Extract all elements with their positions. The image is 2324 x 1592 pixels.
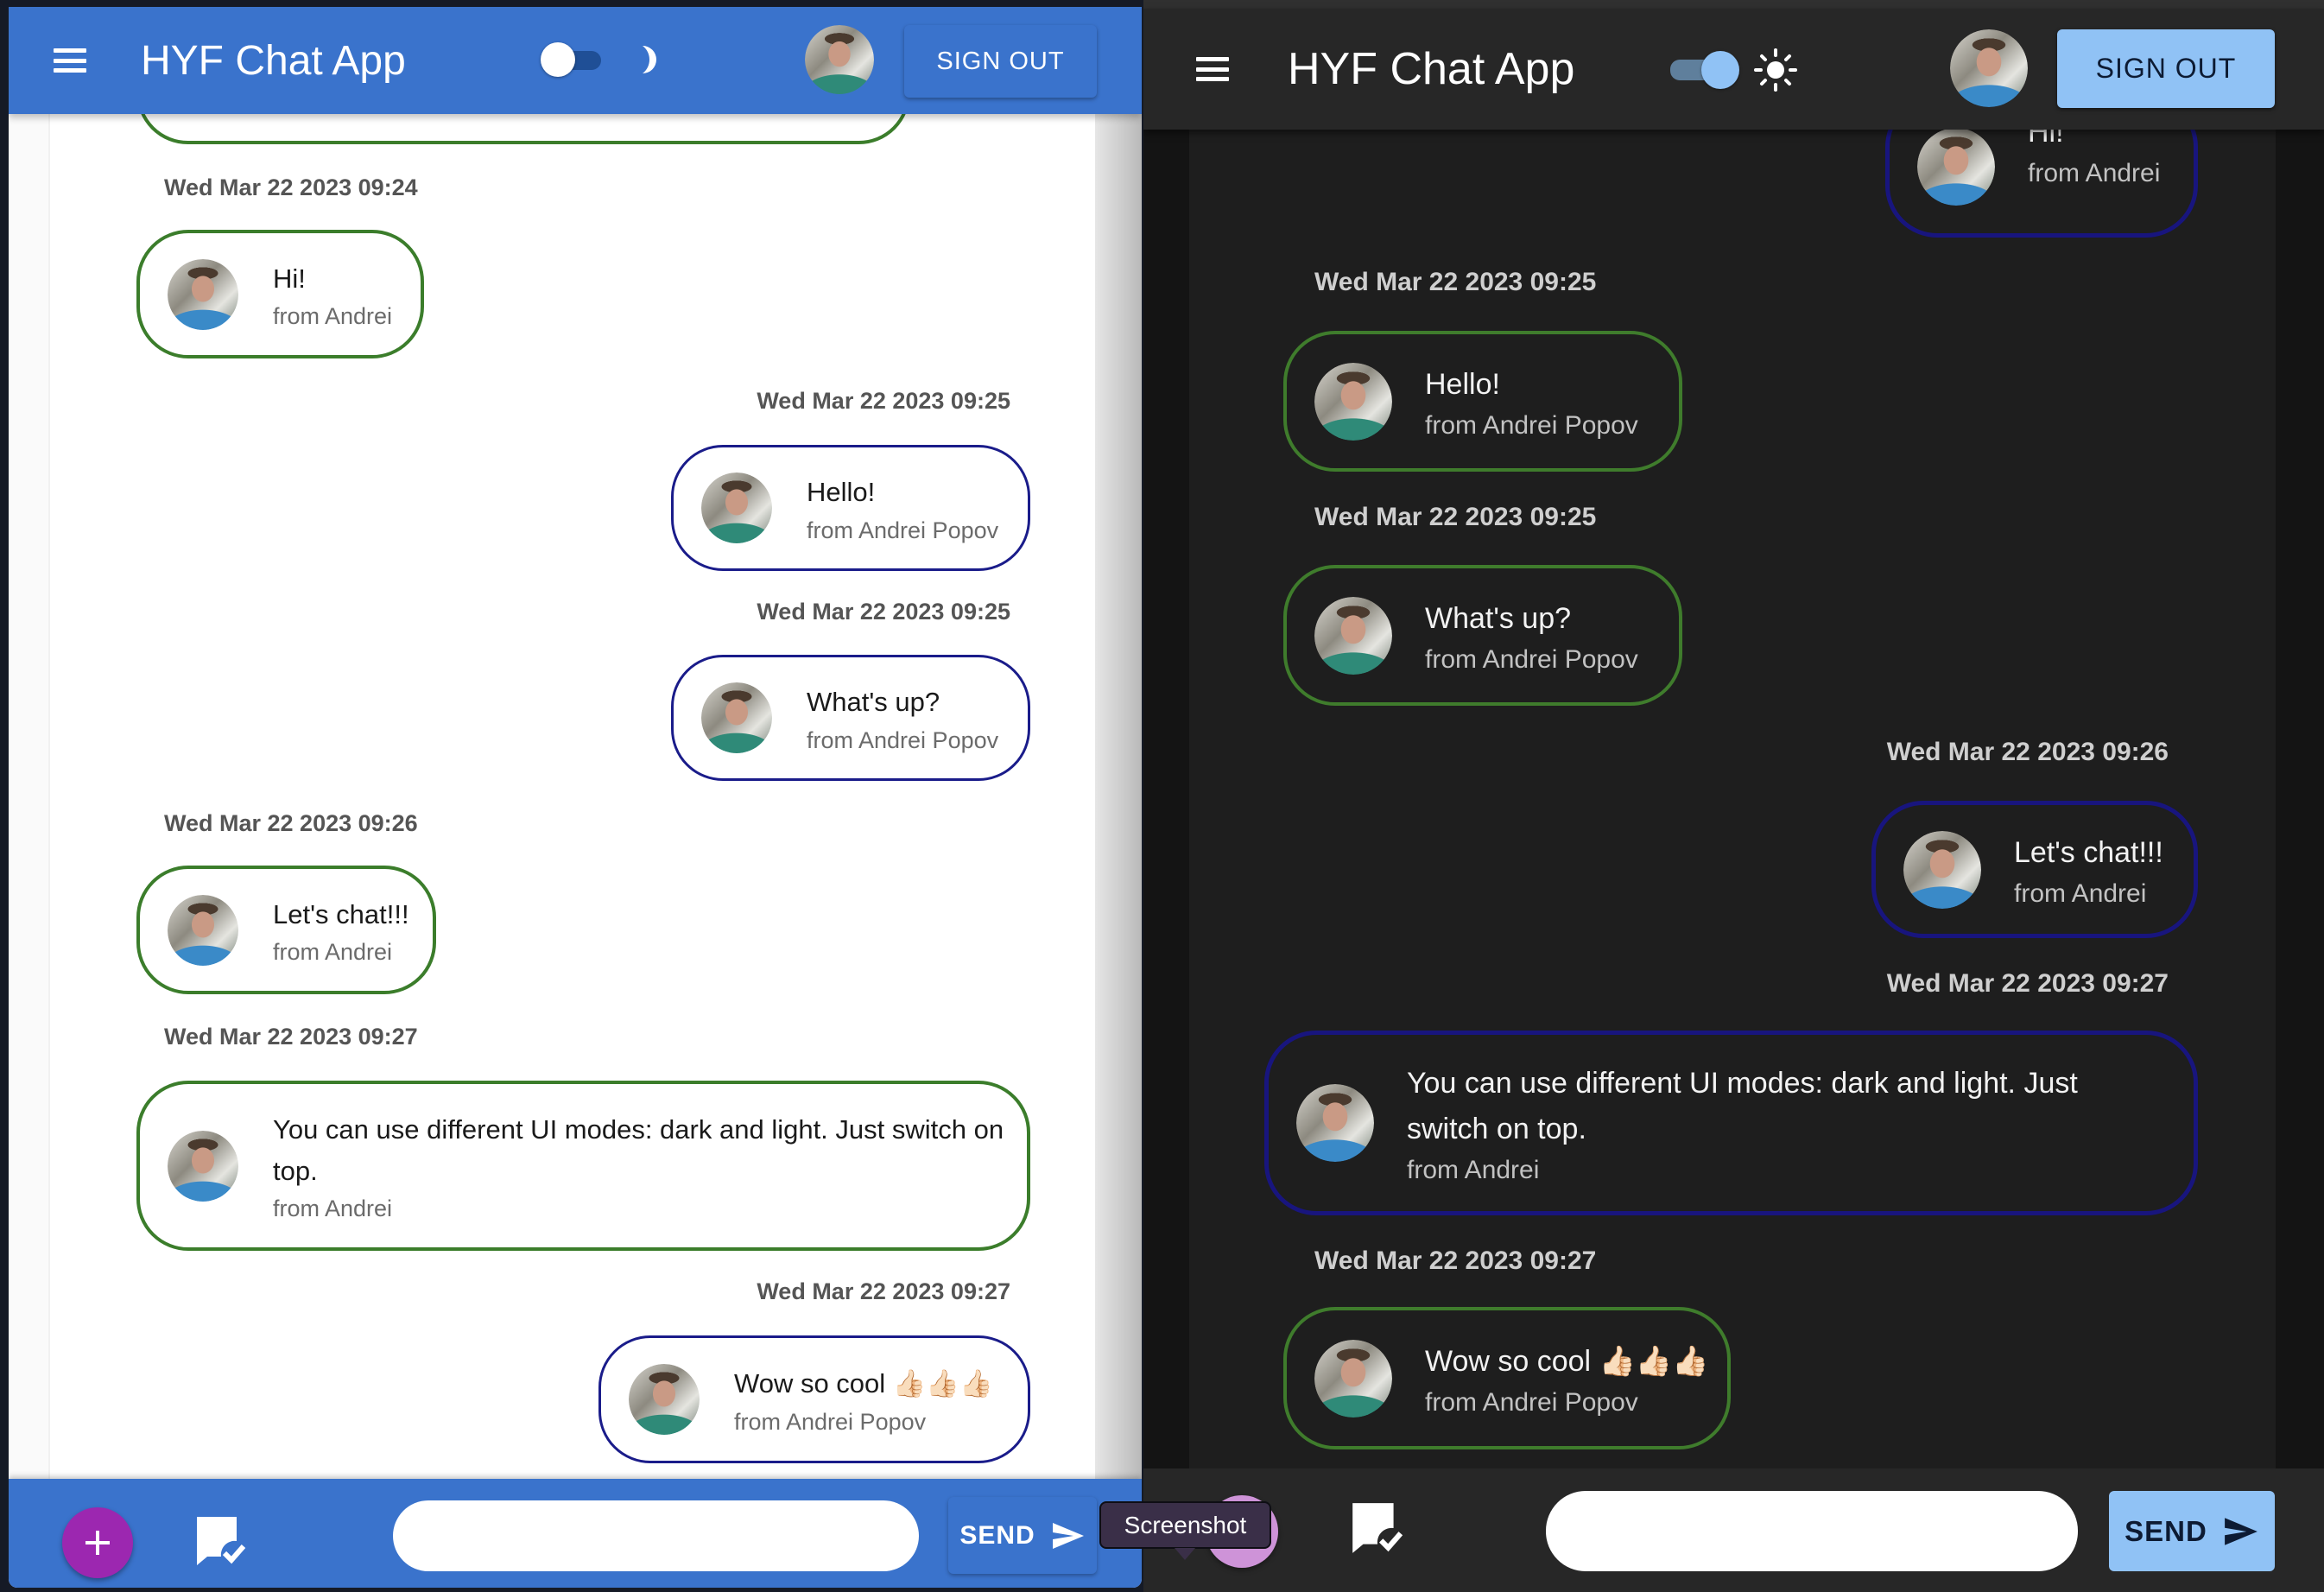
- message-timestamp: Wed Mar 22 2023 09:27: [1314, 1246, 1597, 1275]
- theme-toggle[interactable]: [1667, 51, 1739, 89]
- message-bubble: Hello! from Andrei Popov: [671, 445, 1030, 571]
- message-timestamp: Wed Mar 22 2023 09:26: [1886, 738, 2169, 766]
- dark-mode-window: Hi! from Andrei Wed Mar 22 2023 09:25 Hel…: [1143, 0, 2324, 1592]
- sender-avatar: [629, 1364, 700, 1435]
- message-sender: from Andrei Popov: [807, 517, 999, 543]
- composer-bar: SEND: [1143, 1468, 2324, 1592]
- message-timestamp: Wed Mar 22 2023 09:25: [757, 388, 1010, 414]
- message-sender: from Andrei: [1407, 1155, 1540, 1184]
- sender-avatar: [168, 258, 238, 330]
- message-bubble: Wow so cool 👍🏻👍🏻👍🏻 from Andrei Popov: [598, 1335, 1030, 1463]
- user-avatar[interactable]: [1950, 29, 2028, 107]
- sender-avatar: [1296, 1084, 1374, 1162]
- send-icon: [1052, 1522, 1084, 1549]
- chat-gutter: [9, 114, 50, 1479]
- mark-chat-read-icon[interactable]: [192, 1512, 249, 1569]
- app-bar: HYF Chat App SIGN OUT: [1143, 9, 2324, 130]
- add-button[interactable]: [62, 1507, 133, 1578]
- message-bubble: What's up? from Andrei Popov: [1283, 565, 1682, 706]
- message-sender: from Andrei: [2028, 158, 2161, 187]
- message-timestamp: Wed Mar 22 2023 09:27: [164, 1024, 418, 1050]
- message-bubble: Wow so cool 👍🏻👍🏻👍🏻 from Andrei Popov: [1283, 1307, 1731, 1449]
- message-text: Let's chat!!!: [2014, 836, 2163, 870]
- plus-icon: [85, 1531, 110, 1555]
- sender-avatar: [168, 1130, 238, 1202]
- message-timestamp: Wed Mar 22 2023 09:25: [757, 599, 1010, 625]
- app-title: HYF Chat App: [1288, 44, 1575, 94]
- sender-avatar: [1917, 127, 1995, 206]
- send-label: SEND: [2125, 1514, 2207, 1547]
- scrollbar-track[interactable]: [1095, 114, 1142, 1479]
- message-bubble: Hello! from Andrei Popov: [1283, 331, 1682, 472]
- composer-bar: SEND: [9, 1479, 1142, 1588]
- message-sender: from Andrei Popov: [1425, 1387, 1638, 1417]
- message-bubble: You can use different UI modes: dark and…: [136, 1081, 1030, 1251]
- sender-avatar: [1314, 1339, 1392, 1418]
- message-input[interactable]: [1546, 1491, 2078, 1571]
- sender-avatar: [701, 682, 772, 753]
- message-text: Wow so cool 👍🏻👍🏻👍🏻: [734, 1368, 993, 1399]
- menu-icon[interactable]: [1196, 57, 1229, 81]
- sender-avatar: [1903, 830, 1981, 909]
- message-text: You can use different UI modes: dark and…: [1407, 1067, 2078, 1145]
- message-bubble: You can use different UI modes: dark and…: [1264, 1031, 2198, 1215]
- moon-icon[interactable]: [632, 42, 667, 77]
- message-text: What's up?: [1425, 602, 1572, 636]
- message-text: Wow so cool 👍🏻👍🏻👍🏻: [1425, 1345, 1709, 1379]
- message-bubble: What's up? from Andrei Popov: [671, 655, 1030, 781]
- send-button[interactable]: SEND: [948, 1497, 1097, 1574]
- sender-avatar: [701, 473, 772, 543]
- message-bubble: Let's chat!!! from Andrei: [136, 866, 436, 994]
- message-sender: from Andrei: [273, 939, 393, 966]
- message-timestamp: Wed Mar 22 2023 09:25: [1314, 503, 1597, 531]
- toggle-thumb: [541, 42, 575, 77]
- window-top-edge: [1143, 0, 2324, 9]
- screenshot-tooltip: Screenshot: [1099, 1501, 1271, 1549]
- message-timestamp: Wed Mar 22 2023 09:24: [164, 174, 418, 200]
- sender-avatar: [168, 894, 238, 966]
- app-bar: HYF Chat App SIGN OUT: [9, 7, 1142, 114]
- message-input[interactable]: [393, 1500, 919, 1571]
- tooltip-arrow: [1175, 1548, 1195, 1560]
- message-sender: from Andrei: [2014, 878, 2147, 908]
- message-text: Hello!: [807, 477, 876, 508]
- theme-toggle[interactable]: [541, 42, 605, 77]
- menu-icon[interactable]: [54, 48, 86, 73]
- message-text: Let's chat!!!: [273, 898, 409, 929]
- message-text: Hi!: [273, 263, 306, 294]
- message-sender: from Andrei: [273, 1196, 393, 1222]
- send-button[interactable]: SEND: [2109, 1491, 2275, 1571]
- message-timestamp: Wed Mar 22 2023 09:25: [1314, 268, 1597, 296]
- message-text: You can use different UI modes: dark and…: [273, 1113, 1004, 1186]
- message-sender: from Andrei: [273, 303, 393, 330]
- message-text: Hello!: [1425, 368, 1500, 402]
- send-icon: [2224, 1517, 2258, 1545]
- message-bubble: Hi! from Andrei: [136, 230, 424, 358]
- message-sender: from Andrei Popov: [734, 1408, 927, 1435]
- user-avatar[interactable]: [805, 25, 874, 94]
- message-timestamp: Wed Mar 22 2023 09:26: [164, 810, 418, 836]
- message-sender: from Andrei Popov: [1425, 410, 1638, 440]
- message-timestamp: Wed Mar 22 2023 09:27: [1886, 969, 2169, 998]
- message-timestamp: Wed Mar 22 2023 09:27: [757, 1278, 1010, 1304]
- toggle-thumb: [1701, 51, 1739, 89]
- message-sender: from Andrei Popov: [807, 726, 999, 753]
- sign-out-button[interactable]: SIGN OUT: [904, 25, 1097, 98]
- mark-chat-read-icon[interactable]: [1347, 1498, 1406, 1557]
- message-bubble: Let's chat!!! from Andrei: [1871, 801, 2198, 938]
- message-text: What's up?: [807, 687, 940, 718]
- sender-avatar: [1314, 596, 1392, 675]
- message-sender: from Andrei Popov: [1425, 644, 1638, 674]
- sign-out-button[interactable]: SIGN OUT: [2057, 29, 2275, 108]
- sun-icon[interactable]: [1753, 48, 1798, 92]
- app-title: HYF Chat App: [141, 38, 406, 84]
- send-label: SEND: [959, 1520, 1035, 1550]
- sender-avatar: [1314, 362, 1392, 441]
- light-mode-window: HYF Chat App SIGN OUT Wed Mar 22 2023 09…: [9, 7, 1142, 1588]
